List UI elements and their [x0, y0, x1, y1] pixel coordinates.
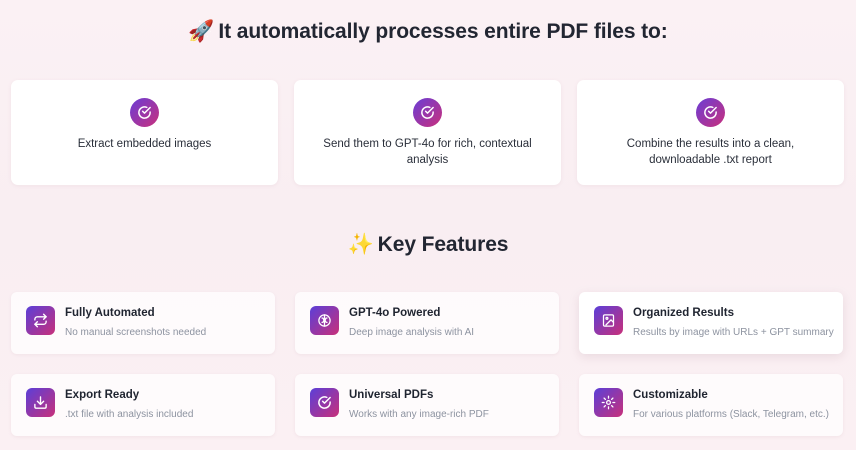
process-step-text: Combine the results into a clean, downlo… [626, 138, 795, 166]
feature-description: Works with any image-rich PDF [349, 409, 489, 420]
features-heading: ✨ Key Features [0, 232, 856, 257]
image-file-icon [594, 306, 623, 335]
feature-title: GPT-4o Powered [349, 307, 441, 319]
process-step-card: Extract embedded images [11, 80, 278, 185]
feature-description: Results by image with URLs + GPT summary [633, 327, 834, 338]
feature-title: Universal PDFs [349, 389, 434, 401]
process-heading: 🚀 It automatically processes entire PDF f… [0, 19, 856, 44]
feature-title: Organized Results [633, 307, 734, 319]
feature-card-export-ready: Export Ready .txt file with analysis inc… [11, 374, 275, 436]
feature-description: For various platforms (Slack, Telegram, … [633, 409, 829, 420]
sparkles-emoji: ✨ [347, 232, 374, 256]
process-step-text: Send them to GPT-4o for rich, contextual… [323, 138, 532, 166]
feature-description: No manual screenshots needed [65, 327, 207, 338]
brain-icon [310, 306, 339, 335]
feature-card-organized-results: Organized Results Results by image with … [579, 292, 843, 354]
feature-card-universal-pdfs: Universal PDFs Works with any image-rich… [295, 374, 559, 436]
process-step-text: Extract embedded images [77, 138, 212, 150]
check-circle-icon [696, 98, 725, 127]
download-icon [26, 388, 55, 417]
page: 🚀 It automatically processes entire PDF f… [0, 0, 856, 450]
feature-description: Deep image analysis with AI [349, 327, 475, 338]
process-heading-text: It automatically processes entire PDF fi… [218, 20, 668, 43]
feature-title: Customizable [633, 389, 708, 401]
feature-card-gpt4o-powered: GPT-4o Powered Deep image analysis with … [295, 292, 559, 354]
repeat-icon [26, 306, 55, 335]
process-step-card: Combine the results into a clean, downlo… [577, 80, 844, 185]
check-circle-icon [130, 98, 159, 127]
check-circle-icon [413, 98, 442, 127]
check-circle-icon [310, 388, 339, 417]
feature-title: Export Ready [65, 389, 140, 401]
gear-icon [594, 388, 623, 417]
feature-card-fully-automated: Fully Automated No manual screenshots ne… [11, 292, 275, 354]
rocket-emoji: 🚀 [188, 19, 215, 43]
process-step-card: Send them to GPT-4o for rich, contextual… [294, 80, 561, 185]
feature-description: .txt file with analysis included [65, 409, 194, 420]
feature-card-customizable: Customizable For various platforms (Slac… [579, 374, 843, 436]
feature-title: Fully Automated [65, 307, 155, 319]
features-heading-text: Key Features [377, 233, 509, 256]
